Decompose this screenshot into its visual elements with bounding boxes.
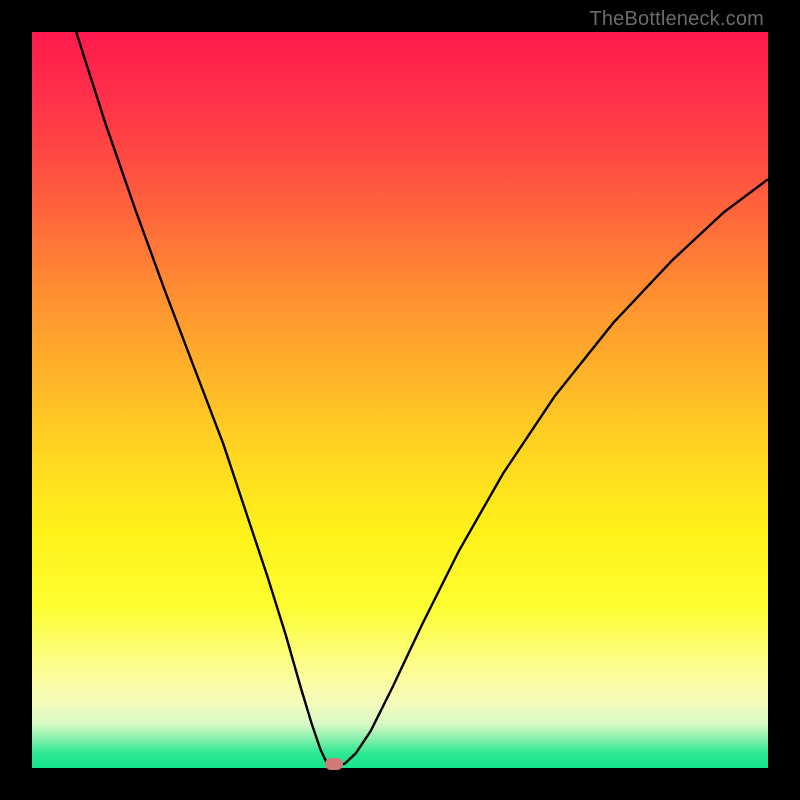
plot-area [32, 32, 768, 768]
bottleneck-curve [76, 32, 768, 767]
minimum-marker [325, 758, 343, 770]
watermark-text: TheBottleneck.com [589, 8, 764, 31]
chart-frame: TheBottleneck.com [0, 0, 800, 800]
curve-svg [32, 32, 768, 768]
